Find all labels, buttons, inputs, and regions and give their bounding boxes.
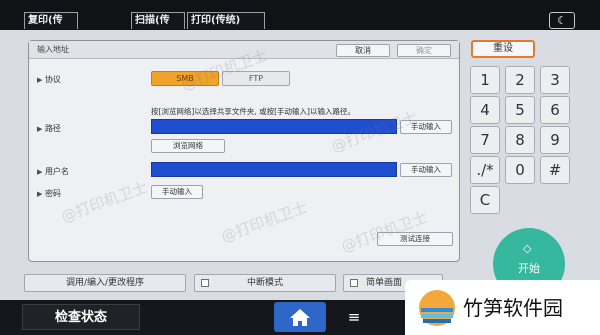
- path-label: ▶ 路径: [37, 124, 61, 133]
- program-button[interactable]: 调用/编入/更改程序: [24, 274, 186, 292]
- brand-text: 竹笋软件园: [463, 296, 563, 320]
- key-2[interactable]: 2: [505, 66, 535, 94]
- menu-button[interactable]: ≡: [340, 306, 368, 328]
- protocol-ftp-button[interactable]: FTP: [222, 71, 290, 86]
- password-manual-input-button[interactable]: 手动输入: [151, 185, 203, 199]
- diamond-icon: ◇: [523, 242, 532, 255]
- key-clear[interactable]: C: [470, 186, 500, 214]
- key-9[interactable]: 9: [540, 126, 570, 154]
- check-status-button[interactable]: 检查状态: [22, 304, 140, 330]
- path-hint: 按[浏览网络]以选择共享文件夹, 或按[手动输入]以输入路径。: [151, 107, 355, 116]
- watermark: @打印机卫士: [218, 198, 310, 246]
- key-8[interactable]: 8: [505, 126, 535, 154]
- home-button[interactable]: [274, 302, 326, 332]
- ok-button[interactable]: 确定: [397, 44, 451, 57]
- protocol-label: ▶ 协议: [37, 75, 61, 84]
- tab-scan-legacy[interactable]: 扫描(传统): [131, 12, 185, 42]
- triangle-icon: ▶: [37, 76, 43, 84]
- key-3[interactable]: 3: [540, 66, 570, 94]
- test-connection-button[interactable]: 测试连接: [377, 232, 453, 246]
- path-manual-input-button[interactable]: 手动输入: [400, 120, 452, 134]
- checkbox-icon: [350, 279, 358, 287]
- key-6[interactable]: 6: [540, 96, 570, 124]
- address-dialog: 输入地址 取消 确定 ▶ 协议 SMB FTP 按[浏览网络]以选择共享文件夹,…: [28, 40, 460, 262]
- brand-watermark: 竹笋软件园: [405, 280, 600, 335]
- triangle-icon: ▶: [37, 190, 43, 198]
- top-bar: 复印(传统) 扫描(传统) 打印(传统) ☾: [0, 0, 600, 42]
- dialog-title: 输入地址: [37, 45, 69, 54]
- tab-copy-legacy[interactable]: 复印(传统): [24, 12, 78, 42]
- key-7[interactable]: 7: [470, 126, 500, 154]
- key-1[interactable]: 1: [470, 66, 500, 94]
- moon-icon: ☾: [557, 14, 567, 27]
- username-input[interactable]: [151, 162, 397, 177]
- protocol-smb-button[interactable]: SMB: [151, 71, 219, 86]
- reset-button[interactable]: 重设: [471, 40, 535, 58]
- bamboo-logo-icon: [419, 290, 455, 326]
- key-5[interactable]: 5: [505, 96, 535, 124]
- home-icon: [290, 309, 310, 326]
- main-screen: 输入地址 取消 确定 ▶ 协议 SMB FTP 按[浏览网络]以选择共享文件夹,…: [0, 30, 600, 300]
- cancel-button[interactable]: 取消: [336, 44, 390, 57]
- browse-network-button[interactable]: 浏览网络: [151, 139, 225, 153]
- key-hash[interactable]: #: [540, 156, 570, 184]
- energy-save-button[interactable]: ☾: [549, 12, 575, 29]
- interrupt-mode-button[interactable]: 中断模式: [194, 274, 336, 292]
- key-0[interactable]: 0: [505, 156, 535, 184]
- triangle-icon: ▶: [37, 168, 43, 176]
- triangle-icon: ▶: [37, 125, 43, 133]
- start-label: 开始: [518, 262, 540, 275]
- username-manual-input-button[interactable]: 手动输入: [400, 163, 452, 177]
- key-4[interactable]: 4: [470, 96, 500, 124]
- username-label: ▶ 用户名: [37, 167, 69, 176]
- menu-icon: ≡: [347, 308, 361, 326]
- tab-print-legacy[interactable]: 打印(传统): [187, 12, 265, 29]
- path-input[interactable]: [151, 119, 397, 134]
- checkbox-icon: [201, 279, 209, 287]
- key-dot-star[interactable]: ./*: [470, 156, 500, 184]
- dialog-header: 输入地址 取消 确定: [29, 41, 459, 59]
- watermark: @打印机卫士: [58, 178, 150, 226]
- password-label: ▶ 密码: [37, 189, 61, 198]
